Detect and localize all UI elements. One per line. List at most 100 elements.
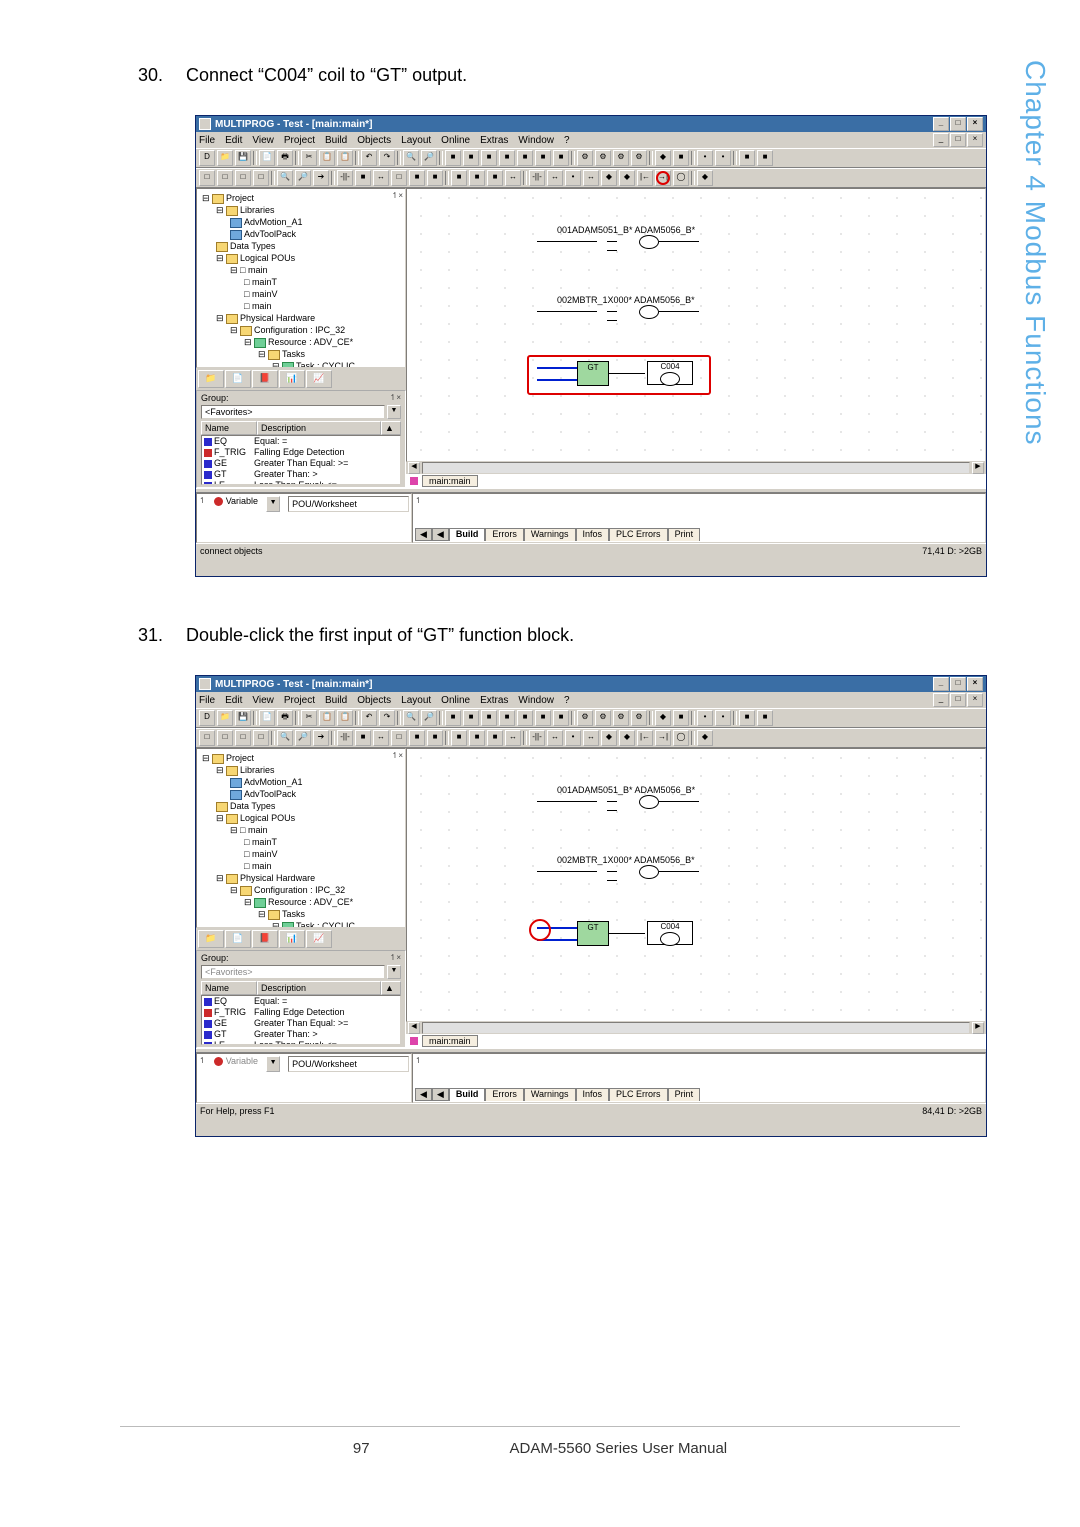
gt-block[interactable]: GT	[577, 361, 609, 386]
tool2-h2-icon[interactable]: ↔	[547, 170, 563, 186]
tree2-tab-3[interactable]: 📕	[252, 930, 278, 948]
t22-b-icon[interactable]: □	[217, 730, 233, 746]
t2-c2-icon[interactable]: ⚙	[595, 710, 611, 726]
t2-b6-icon[interactable]: ■	[535, 710, 551, 726]
tree-tab-5[interactable]: 📈	[306, 370, 332, 388]
t2-redo-icon[interactable]: ↷	[379, 710, 395, 726]
t2-f1-icon[interactable]: ■	[739, 710, 755, 726]
child2-min-button[interactable]: _	[933, 693, 949, 707]
tool2-con2-icon[interactable]: ■	[355, 170, 371, 186]
t22-con4-icon[interactable]: □	[391, 730, 407, 746]
menu2-help[interactable]: ?	[564, 695, 570, 706]
t22-arrow-icon[interactable]: ➔	[313, 730, 329, 746]
doc-tab-main-2[interactable]: main:main	[422, 1035, 478, 1047]
t22-a-icon[interactable]: □	[199, 730, 215, 746]
tool-c4-icon[interactable]: ⚙	[631, 150, 647, 166]
tool-paste-icon[interactable]: 📋	[337, 150, 353, 166]
t22-h1-icon[interactable]: -||-	[529, 730, 545, 746]
t2-b7-icon[interactable]: ■	[553, 710, 569, 726]
t22-h4-icon[interactable]: ↔	[583, 730, 599, 746]
menu-edit[interactable]: Edit	[225, 135, 242, 146]
editor-canvas[interactable]: 001ADAM5051_B* ADAM5056_B* 002MBTR_1X000…	[406, 188, 986, 462]
child2-max-button[interactable]: □	[950, 693, 966, 707]
tool2-con3-icon[interactable]: ↔	[373, 170, 389, 186]
output-nav-first-icon[interactable]: ◀	[415, 528, 432, 541]
tool-open-icon[interactable]: 📁	[217, 150, 233, 166]
tool2-a-icon[interactable]: □	[199, 170, 215, 186]
group2-select[interactable]: <Favorites>	[201, 965, 385, 979]
output2-nav-first-icon[interactable]: ◀	[415, 1088, 432, 1101]
tool2-g3-icon[interactable]: ■	[487, 170, 503, 186]
t22-con6-icon[interactable]: ■	[427, 730, 443, 746]
menu2-window[interactable]: Window	[518, 695, 554, 706]
t2-open-icon[interactable]: 📁	[217, 710, 233, 726]
t2-b3-icon[interactable]: ■	[481, 710, 497, 726]
tree2-tab-5[interactable]: 📈	[306, 930, 332, 948]
c004-block-2[interactable]: C004	[647, 921, 693, 945]
output2-tab-plcerrors[interactable]: PLC Errors	[609, 1088, 668, 1101]
fb-scroll-up-icon[interactable]: ▲	[381, 421, 401, 435]
pou-worksheet-field[interactable]: POU/Worksheet	[288, 496, 409, 512]
tree2-tab-4[interactable]: 📊	[279, 930, 305, 948]
t2-c1-icon[interactable]: ⚙	[577, 710, 593, 726]
tool2-g2-icon[interactable]: ■	[469, 170, 485, 186]
t2-b5-icon[interactable]: ■	[517, 710, 533, 726]
output-tab-errors[interactable]: Errors	[485, 528, 524, 541]
t22-con3-icon[interactable]: ↔	[373, 730, 389, 746]
tool-f1-icon[interactable]: ■	[739, 150, 755, 166]
tool-undo-icon[interactable]: ↶	[361, 150, 377, 166]
minimize-button-2[interactable]: _	[933, 677, 949, 691]
output2-tab-print[interactable]: Print	[668, 1088, 701, 1101]
menu-extras[interactable]: Extras	[480, 135, 508, 146]
tool-redo-icon[interactable]: ↷	[379, 150, 395, 166]
t22-i-icon[interactable]: ◆	[697, 730, 713, 746]
maximize-button-2[interactable]: □	[950, 677, 966, 691]
t2-paste-icon[interactable]: 📋	[337, 710, 353, 726]
menu2-objects[interactable]: Objects	[357, 695, 391, 706]
t22-h6-icon[interactable]: ◆	[619, 730, 635, 746]
t22-h5-icon[interactable]: ◆	[601, 730, 617, 746]
tool-b1-icon[interactable]: ■	[445, 150, 461, 166]
menu2-view[interactable]: View	[252, 695, 274, 706]
minimize-button[interactable]: _	[933, 117, 949, 131]
menu2-project[interactable]: Project	[284, 695, 315, 706]
output-tab-plcerrors[interactable]: PLC Errors	[609, 528, 668, 541]
t2-e1-icon[interactable]: •	[697, 710, 713, 726]
menu2-edit[interactable]: Edit	[225, 695, 242, 706]
output2-tab-errors[interactable]: Errors	[485, 1088, 524, 1101]
tool-copy-icon[interactable]: 📋	[319, 150, 335, 166]
tool-b4-icon[interactable]: ■	[499, 150, 515, 166]
fb-list[interactable]: EQEqual: = F_TRIGFalling Edge Detection …	[201, 435, 401, 485]
canvas-hscroll[interactable]: ◀ ▶	[406, 462, 986, 474]
menu-view[interactable]: View	[252, 135, 274, 146]
t22-g1-icon[interactable]: ■	[451, 730, 467, 746]
variable-dropdown-icon[interactable]: ▼	[266, 496, 280, 512]
scroll-right-icon[interactable]: ▶	[972, 462, 984, 474]
t2-zoomin-icon[interactable]: 🔍	[403, 710, 419, 726]
tree-tab-4[interactable]: 📊	[279, 370, 305, 388]
menu-project[interactable]: Project	[284, 135, 315, 146]
tool-b2-icon[interactable]: ■	[463, 150, 479, 166]
tool-b5-icon[interactable]: ■	[517, 150, 533, 166]
t22-con5-icon[interactable]: ■	[409, 730, 425, 746]
tool2-connect-icon[interactable]: →|	[655, 170, 671, 186]
coilb-1[interactable]	[639, 795, 659, 809]
output-tab-warnings[interactable]: Warnings	[524, 528, 576, 541]
t2-save-icon[interactable]: 💾	[235, 710, 251, 726]
close-button[interactable]: ×	[967, 117, 983, 131]
coil-2[interactable]	[639, 305, 659, 319]
t22-d-icon[interactable]: □	[253, 730, 269, 746]
editor-canvas-2[interactable]: 001ADAM5051_B* ADAM5056_B* 002MBTR_1X000…	[406, 748, 986, 1022]
t22-h7-icon[interactable]: |←	[637, 730, 653, 746]
t2-f2-icon[interactable]: ■	[757, 710, 773, 726]
t2-undo-icon[interactable]: ↶	[361, 710, 377, 726]
project-tree-2[interactable]: ↿× ⊟ Project ⊟ Libraries AdvMotion_A1 Ad…	[196, 748, 406, 928]
t2-new-icon[interactable]: D	[199, 710, 215, 726]
fb-col-name[interactable]: Name	[201, 421, 257, 435]
group-dropdown-icon[interactable]: ▼	[387, 405, 401, 419]
t2-copy-icon[interactable]: 📋	[319, 710, 335, 726]
tool2-g4-icon[interactable]: ↔	[505, 170, 521, 186]
tool-c2-icon[interactable]: ⚙	[595, 150, 611, 166]
tool2-zoom2-icon[interactable]: 🔎	[295, 170, 311, 186]
t22-connect-icon[interactable]: →|	[655, 730, 671, 746]
